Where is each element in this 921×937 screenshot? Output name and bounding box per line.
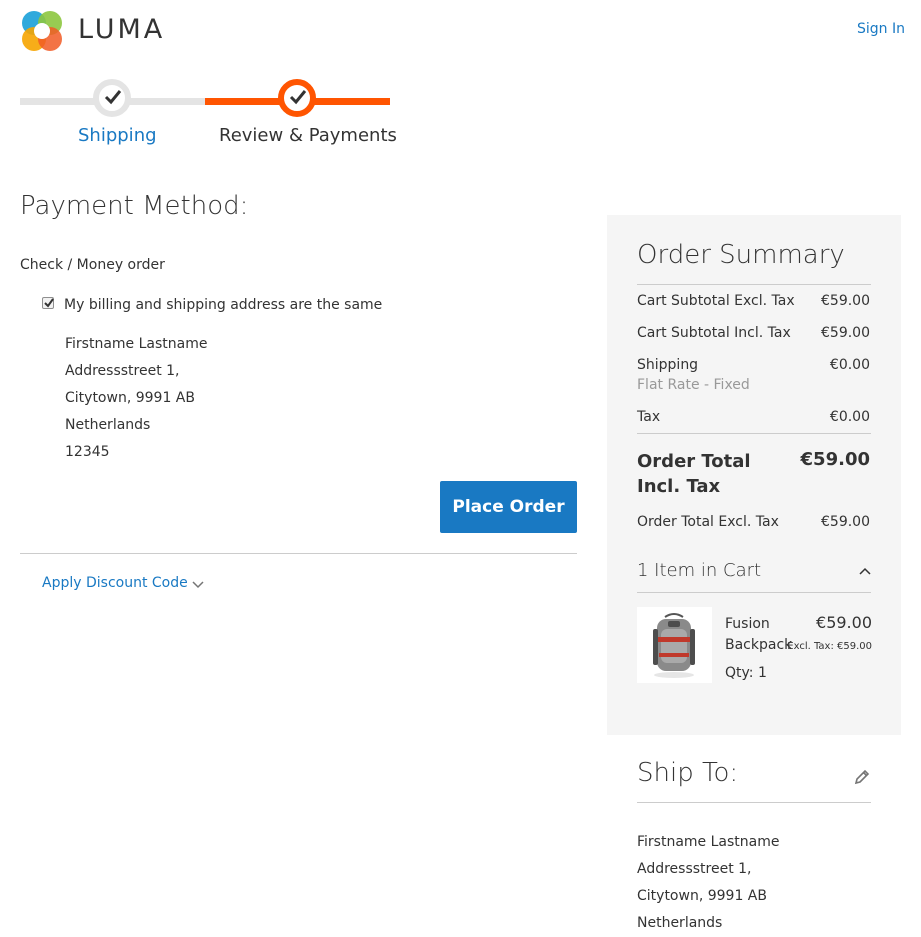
product-price: €59.00 (816, 613, 872, 632)
divider (637, 592, 871, 593)
product-excl-tax: Excl. Tax: €59.00 (787, 641, 872, 652)
address-line: Addressstreet 1, (65, 363, 180, 379)
divider (20, 553, 577, 554)
grand-total-value: €59.00 (800, 449, 870, 470)
same-address-checkbox[interactable] (42, 297, 54, 309)
tax-label: Tax (637, 409, 661, 425)
product-thumbnail (637, 607, 712, 683)
checkmark-icon (289, 90, 307, 105)
ship-to-title: Ship To: (637, 758, 739, 788)
product-qty: Qty: 1 (725, 665, 767, 681)
chevron-down-icon[interactable] (190, 577, 206, 593)
address-line: Citytown, 9991 AB (637, 888, 767, 904)
check-icon (44, 298, 54, 308)
address-line: Firstname Lastname (65, 336, 208, 352)
step-review-label: Review & Payments (219, 125, 397, 146)
address-line: Citytown, 9991 AB (65, 390, 195, 406)
total-excl-value: €59.00 (821, 514, 870, 530)
divider (637, 802, 871, 803)
divider (637, 284, 871, 285)
payment-method-title: Payment Method: (20, 191, 249, 221)
address-line: Netherlands (65, 417, 151, 433)
address-line: Firstname Lastname (637, 834, 780, 850)
address-line: 12345 (65, 444, 110, 460)
checkmark-icon (104, 90, 122, 105)
sign-in-link[interactable]: Sign In (857, 21, 905, 37)
logo-text: LUMA (78, 14, 166, 45)
shipping-value: €0.00 (829, 357, 870, 373)
pencil-icon[interactable] (853, 768, 871, 786)
step-review-indicator (278, 79, 316, 117)
subtotal-excl-value: €59.00 (821, 293, 870, 309)
tax-value: €0.00 (829, 409, 870, 425)
step-shipping-indicator (93, 79, 131, 117)
ship-to-address: Firstname Lastname Addressstreet 1, City… (637, 829, 779, 937)
step-shipping-link[interactable]: Shipping (78, 125, 157, 146)
same-address-label[interactable]: My billing and shipping address are the … (64, 297, 382, 313)
subtotal-incl-label: Cart Subtotal Incl. Tax (637, 325, 791, 341)
billing-address: Firstname Lastname Addressstreet 1, City… (65, 331, 207, 466)
address-line: Netherlands (637, 915, 723, 931)
address-line: Addressstreet 1, (637, 861, 752, 877)
payment-method-name: Check / Money order (20, 257, 165, 273)
divider (637, 433, 871, 434)
chevron-up-icon[interactable] (857, 563, 873, 579)
total-excl-label: Order Total Excl. Tax (637, 514, 779, 530)
shipping-label: Shipping (637, 357, 699, 373)
grand-total-label: Order Total Incl. Tax (637, 451, 751, 497)
shipping-method: Flat Rate - Fixed (637, 377, 750, 393)
place-order-button[interactable]: Place Order (440, 481, 577, 533)
apply-discount-link[interactable]: Apply Discount Code (42, 575, 188, 591)
product-name: Fusion Backpack (725, 616, 793, 653)
items-in-cart-toggle[interactable]: 1 Item in Cart (637, 560, 761, 581)
subtotal-incl-value: €59.00 (821, 325, 870, 341)
order-summary-title: Order Summary (637, 240, 845, 270)
subtotal-excl-label: Cart Subtotal Excl. Tax (637, 293, 795, 309)
